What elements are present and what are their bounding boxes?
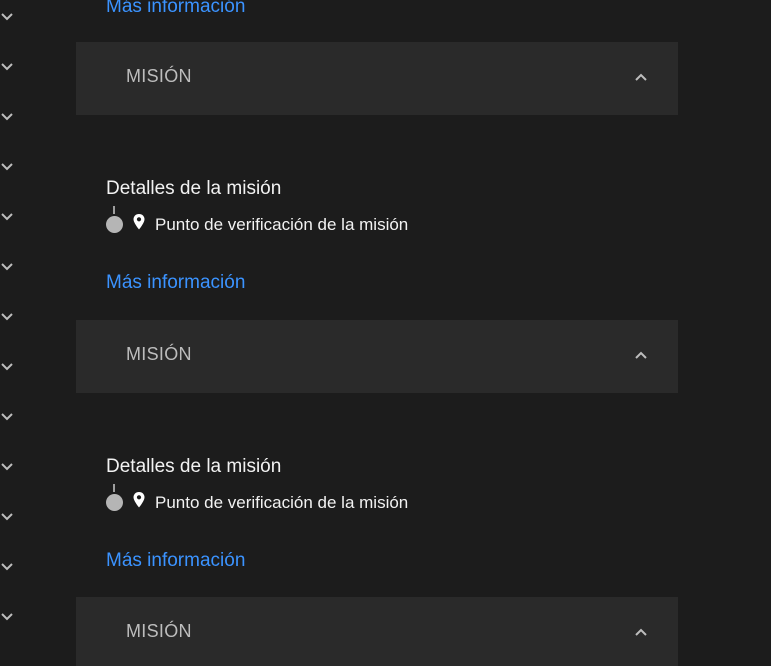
chevron-down-icon[interactable] [0, 412, 14, 422]
mission-section-title: MISIÓN [126, 621, 192, 641]
checkpoint-label: Punto de verificación de la misión [155, 215, 409, 234]
more-info-link[interactable]: Más información [106, 550, 245, 572]
chevron-down-icon[interactable] [0, 112, 14, 122]
chevron-down-icon[interactable] [0, 212, 14, 222]
more-info-link[interactable]: Más información [106, 272, 245, 294]
step-connector [113, 206, 115, 214]
chevron-down-icon[interactable] [0, 562, 14, 572]
step-status-dot [106, 494, 123, 511]
chevron-down-icon[interactable] [0, 62, 14, 72]
chevron-up-icon[interactable] [634, 350, 648, 360]
chevron-down-icon[interactable] [0, 512, 14, 522]
chevron-down-icon[interactable] [0, 612, 14, 622]
chevron-down-icon[interactable] [0, 12, 14, 22]
mission-section-header[interactable]: MISIÓN [76, 597, 678, 666]
step-connector [113, 484, 115, 492]
chevron-up-icon[interactable] [634, 627, 648, 637]
chevron-down-icon[interactable] [0, 462, 14, 472]
map-pin-icon [133, 214, 145, 230]
mission-panel-page: Más información MISIÓN Detalles de la mi… [0, 0, 771, 666]
chevron-down-icon[interactable] [0, 362, 14, 372]
step-status-dot [106, 216, 123, 233]
left-rail [0, 0, 20, 666]
mission-section-header[interactable]: MISIÓN [76, 320, 678, 393]
mission-details-title: Detalles de la misión [106, 456, 282, 477]
chevron-up-icon[interactable] [634, 72, 648, 82]
mission-details-title: Detalles de la misión [106, 178, 282, 199]
mission-section-title: MISIÓN [126, 66, 192, 86]
more-info-link[interactable]: Más información [106, 0, 245, 18]
chevron-down-icon[interactable] [0, 312, 14, 322]
mission-section-header[interactable]: MISIÓN [76, 42, 678, 115]
map-pin-icon [133, 492, 145, 508]
chevron-down-icon[interactable] [0, 262, 14, 272]
chevron-down-icon[interactable] [0, 162, 14, 172]
checkpoint-label: Punto de verificación de la misión [155, 493, 409, 512]
mission-section-title: MISIÓN [126, 344, 192, 364]
